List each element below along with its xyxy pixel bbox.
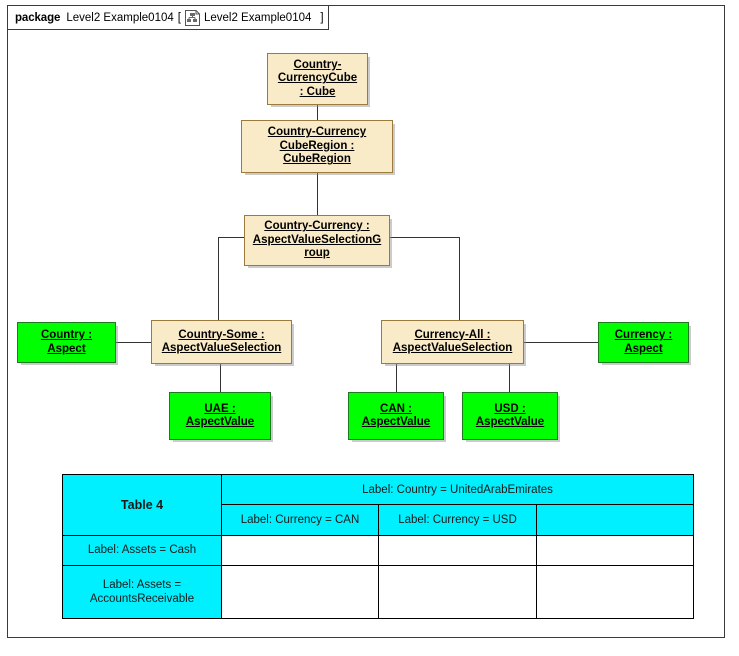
node-label: Country-Currency : AspectValueSelectionG r… (252, 220, 382, 260)
table-cell (378, 565, 537, 619)
node-label: Currency-All : AspectValueSelection (392, 328, 513, 355)
connector-country-aspect-to-country-some (116, 342, 151, 343)
node-label: Country : Aspect (40, 329, 93, 355)
table-row-header-cash: Label: Assets = Cash (62, 534, 222, 567)
table-cell (378, 534, 537, 567)
table-row: Table 4 Label: Country = UnitedArabEmira… (62, 473, 695, 536)
node-currency-aspect[interactable]: Currency : Aspect (598, 322, 689, 363)
table-cell (221, 565, 379, 619)
node-country-currency-cuberegion[interactable]: Country-Currency CubeRegion : CubeRegion (241, 120, 393, 173)
package-keyword: package (15, 11, 61, 24)
node-country-currencycube[interactable]: Country- CurrencyCube: Cube (267, 53, 368, 105)
node-label: Country-Some : AspectValueSelection (161, 328, 282, 355)
table-cell (535, 565, 695, 619)
table-row: Label: Assets = AccountsReceivable (62, 565, 695, 619)
node-can-aspectvalue[interactable]: CAN : AspectValue (348, 392, 444, 440)
package-name: Level2 Example0104 (66, 11, 174, 24)
connector-cuberegion-to-group (317, 172, 318, 216)
node-uae-aspectvalue[interactable]: UAE : AspectValue (169, 392, 271, 440)
node-currency-all-aspectvalueselection[interactable]: Currency-All : AspectValueSelection (381, 320, 524, 364)
table-country-header: Label: Country = UnitedArabEmirates (220, 473, 695, 506)
connector-currency-all-to-currency-aspect (524, 342, 598, 343)
node-label: USD : AspectValue (475, 402, 545, 429)
table-4: Table 4 Label: Country = UnitedArabEmira… (62, 473, 695, 619)
package-tab-corner (290, 5, 304, 30)
node-label: UAE : AspectValue (185, 402, 255, 429)
table-currency-header-empty (535, 504, 695, 536)
table-title-cell: Table 4 (62, 474, 222, 536)
package-bracket-close: ] (320, 11, 324, 24)
node-country-some-aspectvalueselection[interactable]: Country-Some : AspectValueSelection (151, 320, 292, 364)
node-label: Country- CurrencyCube: Cube (277, 58, 358, 98)
node-label: Country-Currency CubeRegion : CubeRegion (267, 126, 367, 166)
connector-group-left-vertical (218, 237, 219, 321)
connector-cube-to-cuberegion (317, 104, 318, 121)
connector-currency-all-to-can (396, 364, 397, 392)
connector-group-right-vertical (459, 237, 460, 321)
table-currency-header-can: Label: Currency = CAN (221, 504, 379, 536)
node-usd-aspectvalue[interactable]: USD : AspectValue (462, 392, 558, 440)
connector-currency-all-to-usd (509, 364, 510, 392)
table-cell (535, 534, 695, 567)
table-cell (221, 534, 379, 567)
connector-group-right-horizontal (389, 237, 460, 238)
hierarchy-diagram-icon (184, 9, 200, 26)
table-row: Label: Assets = Cash (62, 534, 695, 567)
connector-group-left-horizontal (218, 237, 245, 238)
package-bracket-open: [ (177, 11, 181, 24)
diagram-canvas: package Level2 Example0104 [ Level2 Exam… (0, 0, 739, 656)
node-country-aspect[interactable]: Country : Aspect (17, 322, 116, 363)
node-country-currency-aspectvalueselectiongroup[interactable]: Country-Currency : AspectValueSelectionG r… (244, 215, 390, 266)
table-currency-header-usd: Label: Currency = USD (378, 504, 537, 536)
node-label: Currency : Aspect (614, 329, 673, 355)
connector-country-some-to-uae (220, 364, 221, 392)
package-header-tab: package Level2 Example0104 [ Level2 Exam… (7, 5, 329, 30)
table-row-header-accountsreceivable: Label: Assets = AccountsReceivable (62, 565, 222, 619)
node-label: CAN : AspectValue (361, 402, 431, 429)
